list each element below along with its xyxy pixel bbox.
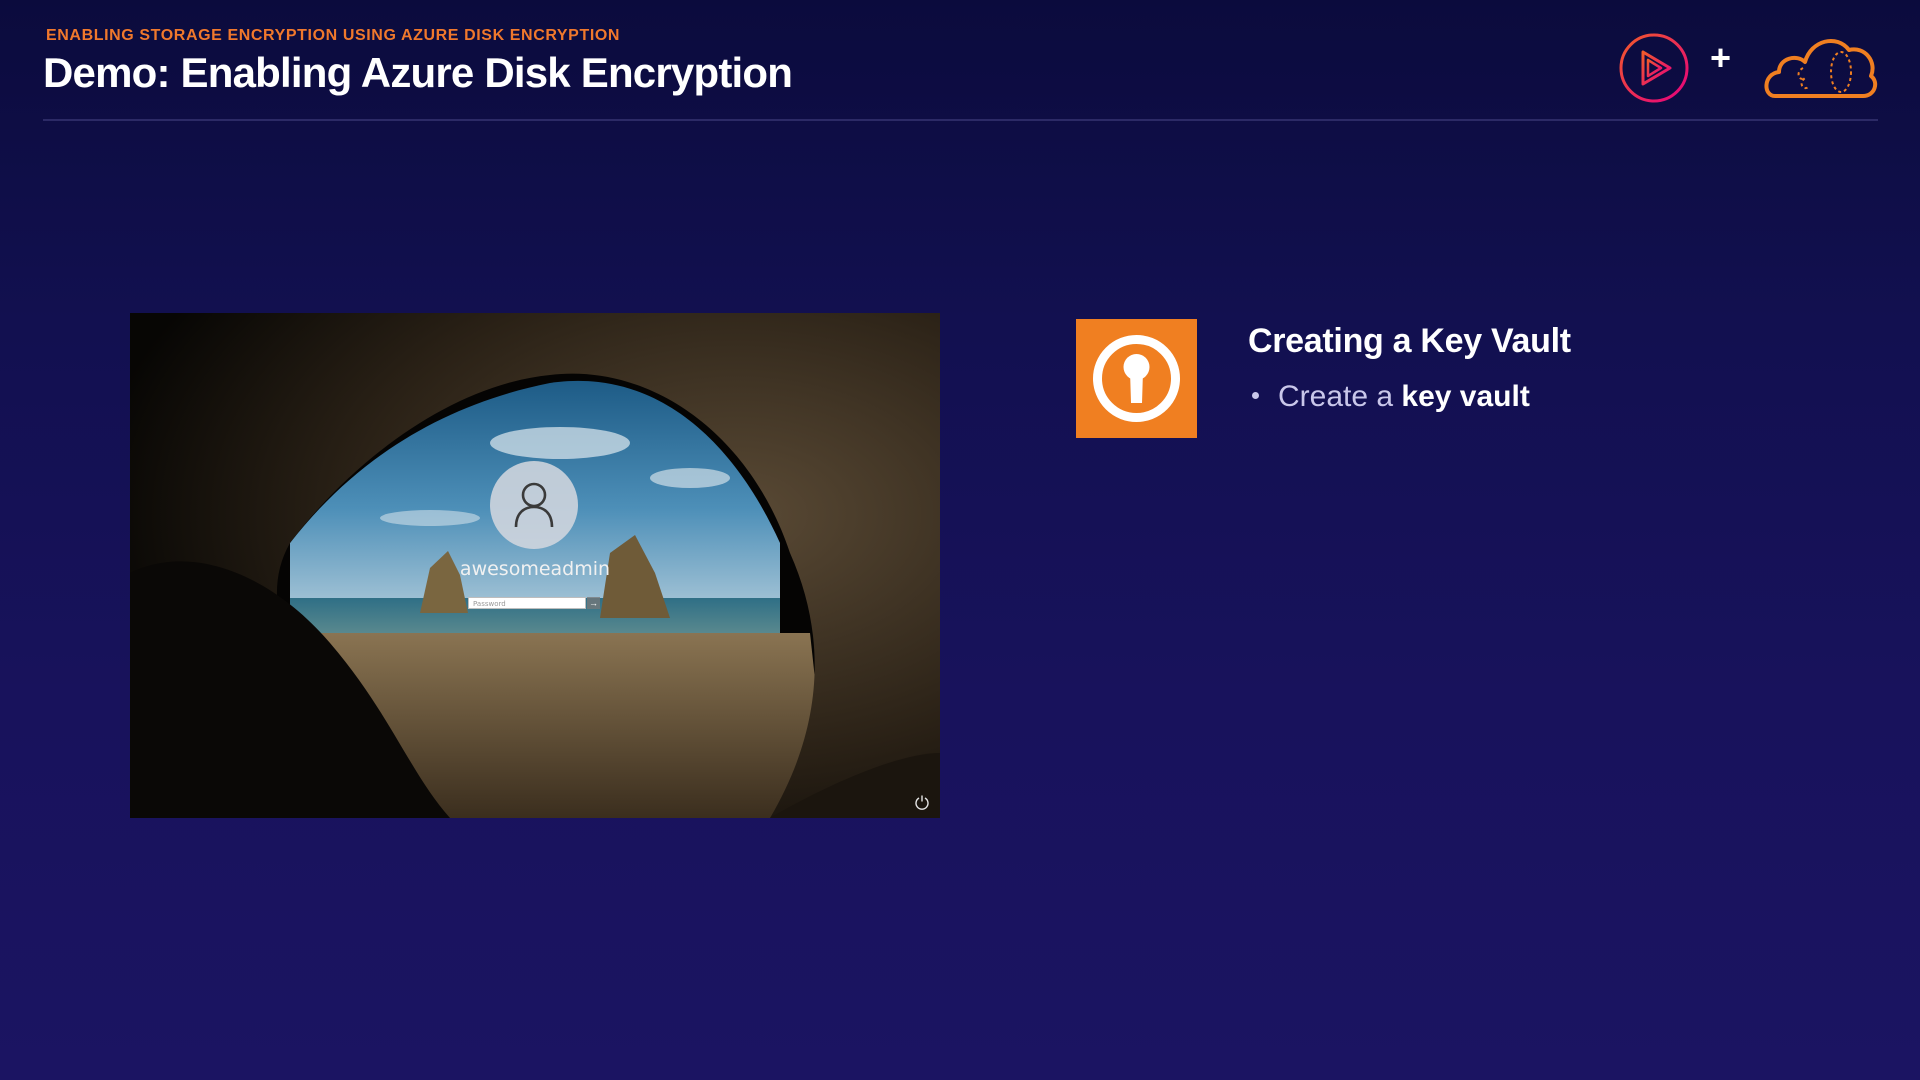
- bullet-bold-text: key vault: [1401, 380, 1530, 413]
- user-avatar: [490, 461, 578, 549]
- user-icon: [514, 482, 554, 528]
- key-vault-icon: [1076, 319, 1197, 438]
- login-username: awesomeadmin: [459, 558, 611, 580]
- header-divider: [43, 119, 1878, 121]
- bullet-text: Create a: [1278, 380, 1402, 413]
- password-input[interactable]: Password: [468, 597, 586, 609]
- section-heading: Creating a Key Vault: [1248, 322, 1571, 360]
- slide-title: Demo: Enabling Azure Disk Encryption: [43, 49, 793, 96]
- bullet-dot: [1252, 391, 1259, 399]
- slide-eyebrow: ENABLING STORAGE ENCRYPTION USING AZURE …: [46, 27, 621, 44]
- cloud-logo-icon: [1764, 39, 1878, 98]
- submit-arrow-button[interactable]: →: [587, 597, 600, 609]
- vm-login-screenshot: awesomeadmin Password →: [130, 313, 940, 818]
- play-logo-icon: [1619, 33, 1689, 103]
- slide-header: ENABLING STORAGE ENCRYPTION USING AZURE …: [43, 24, 1878, 120]
- brand-logos: +: [1618, 28, 1878, 104]
- bullet-item: Create a key vault: [1252, 380, 1530, 414]
- plus-sign: +: [1710, 37, 1732, 78]
- power-icon[interactable]: [914, 794, 930, 810]
